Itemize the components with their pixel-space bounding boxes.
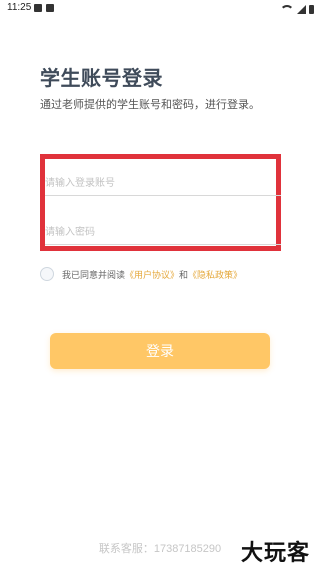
login-button[interactable]: 登录 [50,333,270,369]
status-time: 11:25 [7,2,32,13]
account-input[interactable] [45,171,281,196]
account-field-row [45,171,281,196]
wifi-icon [280,5,294,19]
password-field-row [45,220,281,245]
watermark-logo: 大玩客 [240,541,310,566]
battery-icon [309,4,314,14]
page-subtitle: 通过老师提供的学生账号和密码，进行登录。 [40,98,260,111]
agreement-row: 我已同意并阅读 《用户协议》 和 《隐私政策》 [40,265,242,283]
page-title: 学生账号登录 [40,66,163,90]
agreement-checkbox[interactable] [40,267,54,281]
privacy-policy-link[interactable]: 《隐私政策》 [188,268,242,281]
status-right-icons [280,2,314,16]
password-input[interactable] [45,220,281,245]
app-notification-icon [46,4,54,12]
image-notification-icon [34,4,42,12]
status-left-icons [34,4,54,12]
agreement-and-text: 和 [179,270,189,281]
status-bar: 11:25 [0,0,320,16]
user-agreement-link[interactable]: 《用户协议》 [125,268,179,281]
login-form-highlight-box [40,154,281,251]
cellular-signal-icon [297,4,306,14]
agreement-prefix-text: 我已同意并阅读 [62,270,126,281]
